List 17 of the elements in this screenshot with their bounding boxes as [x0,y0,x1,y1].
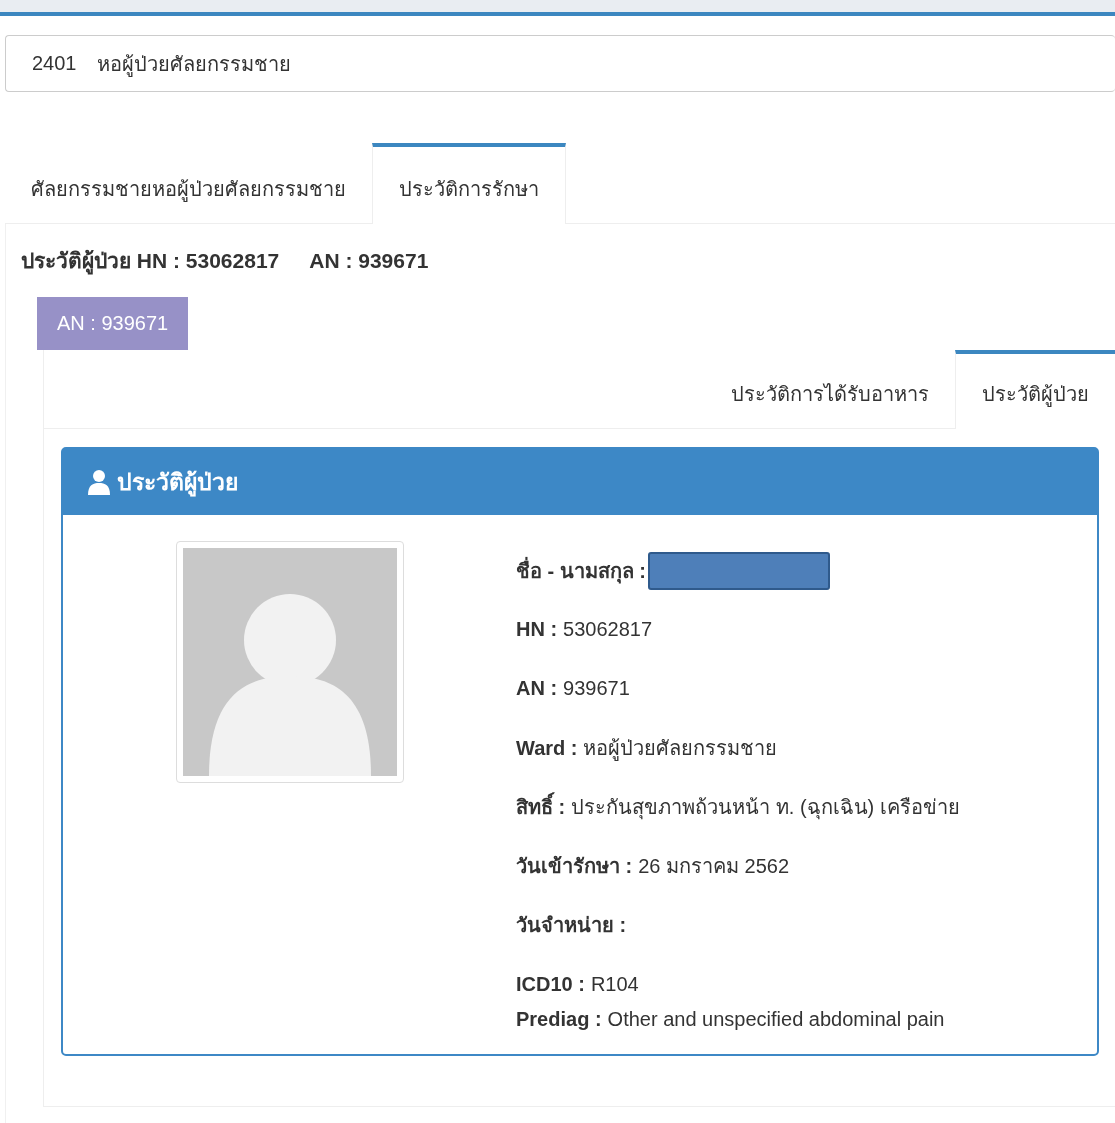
tab[interactable]: ประวัติการรักษา [372,143,566,224]
panel-title: ประวัติผู้ป่วย [117,468,238,499]
field-text: วันจำหน่าย : [516,912,627,938]
field-text: Ward : หอผู้ป่วยศัลยกรรมชาย [516,735,778,763]
field-text: HN : 53062817 [516,618,653,641]
tab[interactable]: ประวัติการได้รับอาหาร [705,350,955,428]
patient-heading: ประวัติผู้ป่วย HN : 53062817 [21,244,280,277]
tab[interactable]: ศัลยกรรมชายหอผู้ป่วยศัลยกรรมชาย [5,143,372,223]
field-text: วันเข้ารักษา : 26 มกราคม 2562 [516,853,790,879]
field-text: AN : 939671 [516,677,630,700]
field-text: Prediag : Other and unspecified abdominal pain [516,1007,945,1031]
field-text: ICD10 : R104 [516,972,639,996]
field-text: ชื่อ - นามสกุล : [516,556,646,586]
an-heading: AN : 939671 [309,249,429,273]
user-icon [87,469,111,495]
field-text: สิทธิ์ : ประกันสุขภาพถ้วนหน้า ท. (ฉุกเฉิน) เครือข่าย [516,790,960,823]
tab[interactable]: ประวัติผู้ป่วย [955,350,1115,429]
